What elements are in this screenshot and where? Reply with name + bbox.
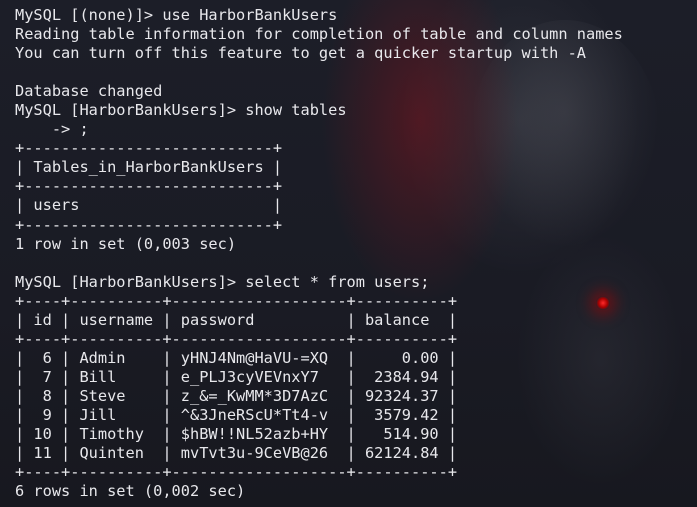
- terminal-line: | 10 | Timothy | $hBW!!NL52azb+HY | 514.…: [15, 425, 458, 444]
- terminal-line: Database changed: [15, 82, 163, 101]
- terminal-line: | 6 | Admin | yHNJ4Nm@HaVU-=XQ | 0.00 |: [15, 348, 458, 367]
- terminal-line: -> ;: [15, 120, 89, 139]
- terminal-line: MySQL [(none)]> use HarborBankUsers: [15, 6, 338, 24]
- terminal-line: +---------------------------+: [15, 139, 283, 158]
- terminal-line: MySQL [HarborBankUsers]> show tables: [15, 101, 347, 120]
- terminal-line: +---------------------------+: [15, 177, 283, 196]
- terminal-line: MySQL [HarborBankUsers]> select * from u…: [15, 272, 430, 291]
- terminal-line: | 11 | Quinten | mvTvt3u-9CeVB@26 | 6212…: [15, 444, 458, 463]
- terminal-line: 1 row in set (0,003 sec): [15, 234, 237, 253]
- terminal-line: | 9 | Jill | ^&3JneRScU*Tt4-v | 3579.42 …: [15, 405, 458, 424]
- terminal-line: Reading table information for completion…: [15, 25, 623, 44]
- terminal-line: | users |: [15, 196, 283, 215]
- terminal-line: +----+----------+-------------------+---…: [15, 291, 458, 310]
- terminal-line: | Tables_in_HarborBankUsers |: [15, 158, 283, 177]
- terminal-line: | id | username | password | balance |: [15, 310, 458, 329]
- terminal-line: | 8 | Steve | z_&=_KwMM*3D7AzC | 92324.3…: [15, 386, 458, 405]
- terminal-line: | 7 | Bill | e_PLJ3cyVEVnxY7 | 2384.94 |: [15, 367, 458, 386]
- terminal-line: 6 rows in set (0,002 sec): [15, 482, 246, 501]
- terminal-output[interactable]: MySQL [(none)]> use HarborBankUsers Readi…: [15, 6, 623, 501]
- terminal-line: You can turn off this feature to get a q…: [15, 44, 586, 63]
- terminal-line: +----+----------+-------------------+---…: [15, 329, 458, 348]
- terminal-line: +----+----------+-------------------+---…: [15, 463, 458, 482]
- terminal-line: +---------------------------+: [15, 215, 283, 234]
